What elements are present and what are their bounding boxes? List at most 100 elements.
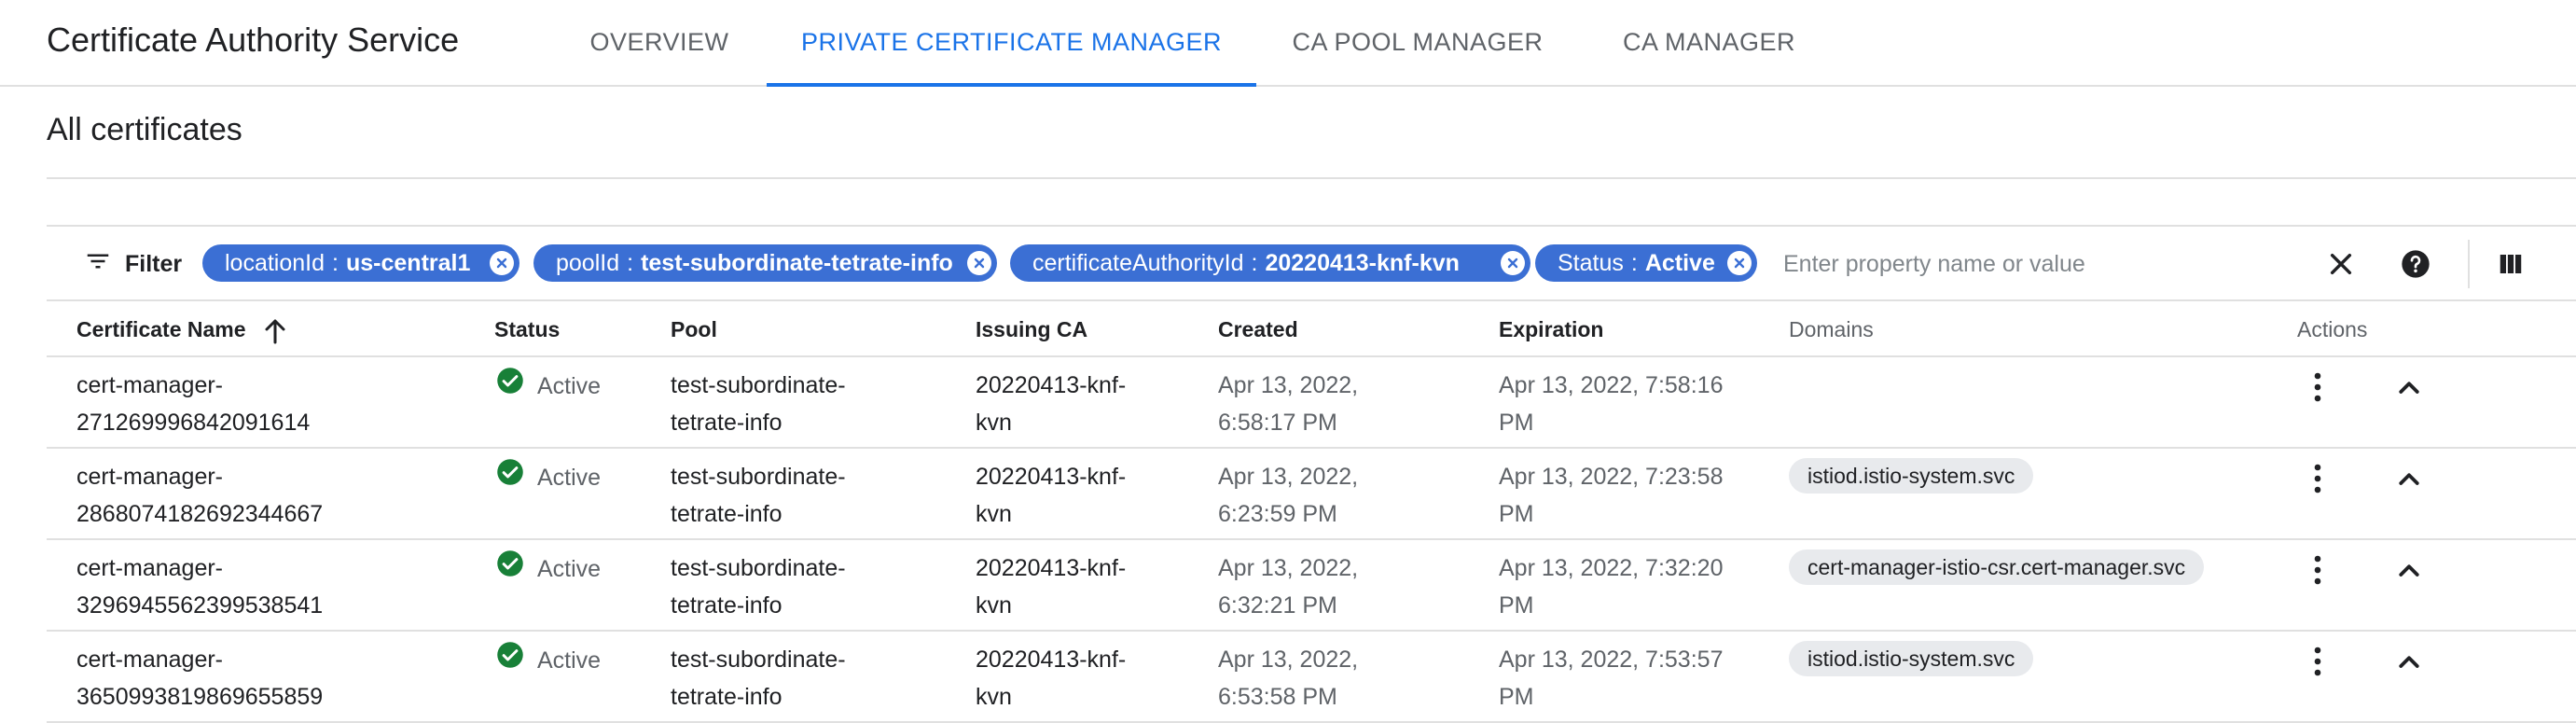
pool-line: test-subordinate- (671, 555, 846, 581)
chip-remove-icon[interactable] (1727, 251, 1752, 275)
column-header-actions: Actions (2297, 317, 2368, 341)
issuing-ca-line: kvn (976, 501, 1012, 527)
help-icon[interactable] (2395, 243, 2436, 285)
column-header-domains: Domains (1789, 317, 1874, 341)
created-line: Apr 13, 2022, (1218, 372, 1359, 398)
status-cell: Active (496, 549, 601, 589)
certificate-name[interactable]: cert-manager- 3650993819869655859 (76, 641, 323, 716)
tab-ca-pool-manager[interactable]: CA POOL MANAGER (1256, 0, 1579, 85)
column-header-issuing-ca[interactable]: Issuing CA (976, 317, 1087, 342)
filter-chip-pool[interactable]: poolId : test-subordinate-tetrate-info (533, 244, 997, 282)
chip-key: locationId (225, 249, 325, 276)
status-label: Active (537, 373, 602, 399)
created-cell: Apr 13, 2022, 6:53:58 PM (1218, 641, 1358, 716)
table-row[interactable]: cert-manager- 271269996842091614 Active tes… (47, 357, 2576, 449)
toolbar-divider (2468, 240, 2470, 288)
chip-remove-icon[interactable] (490, 251, 514, 275)
column-header-pool[interactable]: Pool (671, 317, 717, 342)
filter-input[interactable] (1781, 242, 2289, 286)
created-line: 6:32:21 PM (1218, 592, 1337, 619)
clear-icon[interactable] (2320, 243, 2361, 285)
divider (47, 177, 2576, 179)
created-line: 6:53:58 PM (1218, 684, 1337, 710)
column-header-expiration[interactable]: Expiration (1499, 317, 1603, 342)
chevron-up-icon[interactable] (2390, 641, 2428, 682)
chevron-up-icon[interactable] (2390, 367, 2428, 408)
expiration-line: Apr 13, 2022, 7:58:16 (1499, 372, 1724, 398)
table-row[interactable]: cert-manager- 3296945562399538541 Active te… (47, 540, 2576, 632)
certificate-name[interactable]: cert-manager- 271269996842091614 (76, 367, 310, 441)
app-header: Certificate Authority Service OVERVIEW P… (0, 0, 2576, 87)
created-cell: Apr 13, 2022, 6:58:17 PM (1218, 367, 1358, 441)
column-header-created[interactable]: Created (1218, 317, 1298, 342)
certificate-name-line: cert-manager- (76, 372, 223, 398)
filter-icon (84, 247, 112, 282)
table-row[interactable]: cert-manager- 2868074182692344667 Active te… (47, 449, 2576, 540)
created-line: Apr 13, 2022, (1218, 464, 1359, 490)
domain-chip: istiod.istio-system.svc (1789, 458, 2034, 494)
certificate-name-line: 271269996842091614 (76, 410, 311, 436)
pool-line: test-subordinate- (671, 464, 846, 490)
chip-key: Status (1558, 249, 1624, 276)
issuing-ca-line: 20220413-knf- (976, 372, 1127, 398)
pool-line: tetrate-info (671, 501, 782, 527)
status-cell: Active (496, 367, 601, 406)
certificate-name[interactable]: cert-manager- 2868074182692344667 (76, 458, 323, 533)
more-vert-icon[interactable] (2299, 549, 2336, 591)
issuing-ca-line: kvn (976, 592, 1012, 619)
created-line: Apr 13, 2022, (1218, 555, 1359, 581)
table-row[interactable]: cert-manager- 3650993819869655859 Active te… (47, 632, 2576, 723)
issuing-ca-line: kvn (976, 410, 1012, 436)
tab-ca-manager[interactable]: CA MANAGER (1579, 0, 1839, 85)
expiration-line: Apr 13, 2022, 7:32:20 (1499, 555, 1724, 581)
column-header-certificate-name[interactable]: Certificate Name (76, 317, 287, 344)
check-circle-icon (496, 549, 524, 589)
chip-separator: : (627, 249, 634, 276)
domain-chip: cert-manager-istio-csr.cert-manager.svc (1789, 549, 2205, 585)
certificate-name-line: cert-manager- (76, 647, 223, 673)
columns-icon[interactable] (2490, 243, 2531, 285)
certificate-name-line: cert-manager- (76, 464, 223, 490)
created-cell: Apr 13, 2022, 6:23:59 PM (1218, 458, 1358, 533)
column-header-status[interactable]: Status (494, 317, 560, 342)
filter-label: Filter (125, 251, 183, 277)
domain-chip: istiod.istio-system.svc (1789, 641, 2034, 676)
expiration-cell: Apr 13, 2022, 7:53:57 PM (1499, 641, 1723, 716)
issuing-ca-cell: 20220413-knf-kvn (976, 367, 1126, 441)
chevron-up-icon[interactable] (2390, 458, 2428, 499)
chip-value: Active (1644, 249, 1715, 276)
chevron-up-icon[interactable] (2390, 549, 2428, 591)
pool-cell: test-subordinate-tetrate-info (671, 458, 846, 533)
certificate-name-line: cert-manager- (76, 555, 223, 581)
certificate-name-line: 3650993819869655859 (76, 684, 324, 710)
more-vert-icon[interactable] (2299, 367, 2336, 408)
issuing-ca-cell: 20220413-knf-kvn (976, 549, 1126, 624)
table-header: Certificate Name Status Pool Issuing CA … (47, 301, 2576, 357)
filter-bar: Filter locationId : us-central1 poolId :… (47, 225, 2576, 301)
tab-overview[interactable]: OVERVIEW (552, 0, 767, 85)
column-label: Certificate Name (76, 317, 246, 341)
pool-cell: test-subordinate-tetrate-info (671, 367, 846, 441)
created-cell: Apr 13, 2022, 6:32:21 PM (1218, 549, 1358, 624)
tab-bar: OVERVIEW PRIVATE CERTIFICATE MANAGER CA … (552, 0, 1839, 87)
chip-remove-icon[interactable] (967, 251, 991, 275)
chip-key: poolId (556, 249, 620, 276)
chip-remove-icon[interactable] (1501, 251, 1525, 275)
pool-line: tetrate-info (671, 410, 782, 436)
filter-chip-certificate-authority[interactable]: certificateAuthorityId : 20220413-knf-kv… (1010, 244, 1530, 282)
filter-chip-status[interactable]: Status : Active (1535, 244, 1757, 282)
arrow-up-icon[interactable] (263, 318, 287, 344)
certificate-name[interactable]: cert-manager- 3296945562399538541 (76, 549, 323, 624)
more-vert-icon[interactable] (2299, 641, 2336, 682)
tab-private-certificate-manager[interactable]: PRIVATE CERTIFICATE MANAGER (767, 0, 1256, 87)
issuing-ca-cell: 20220413-knf-kvn (976, 641, 1126, 716)
expiration-line: Apr 13, 2022, 7:53:57 (1499, 647, 1724, 673)
issuing-ca-line: 20220413-knf- (976, 555, 1127, 581)
chip-separator: : (1630, 249, 1638, 276)
chip-key: certificateAuthorityId (1032, 249, 1244, 276)
filter-chip-location[interactable]: locationId : us-central1 (202, 244, 519, 282)
filter-button[interactable]: Filter (84, 247, 182, 282)
more-vert-icon[interactable] (2299, 458, 2336, 499)
pool-line: tetrate-info (671, 592, 782, 619)
expiration-cell: Apr 13, 2022, 7:32:20 PM (1499, 549, 1723, 624)
